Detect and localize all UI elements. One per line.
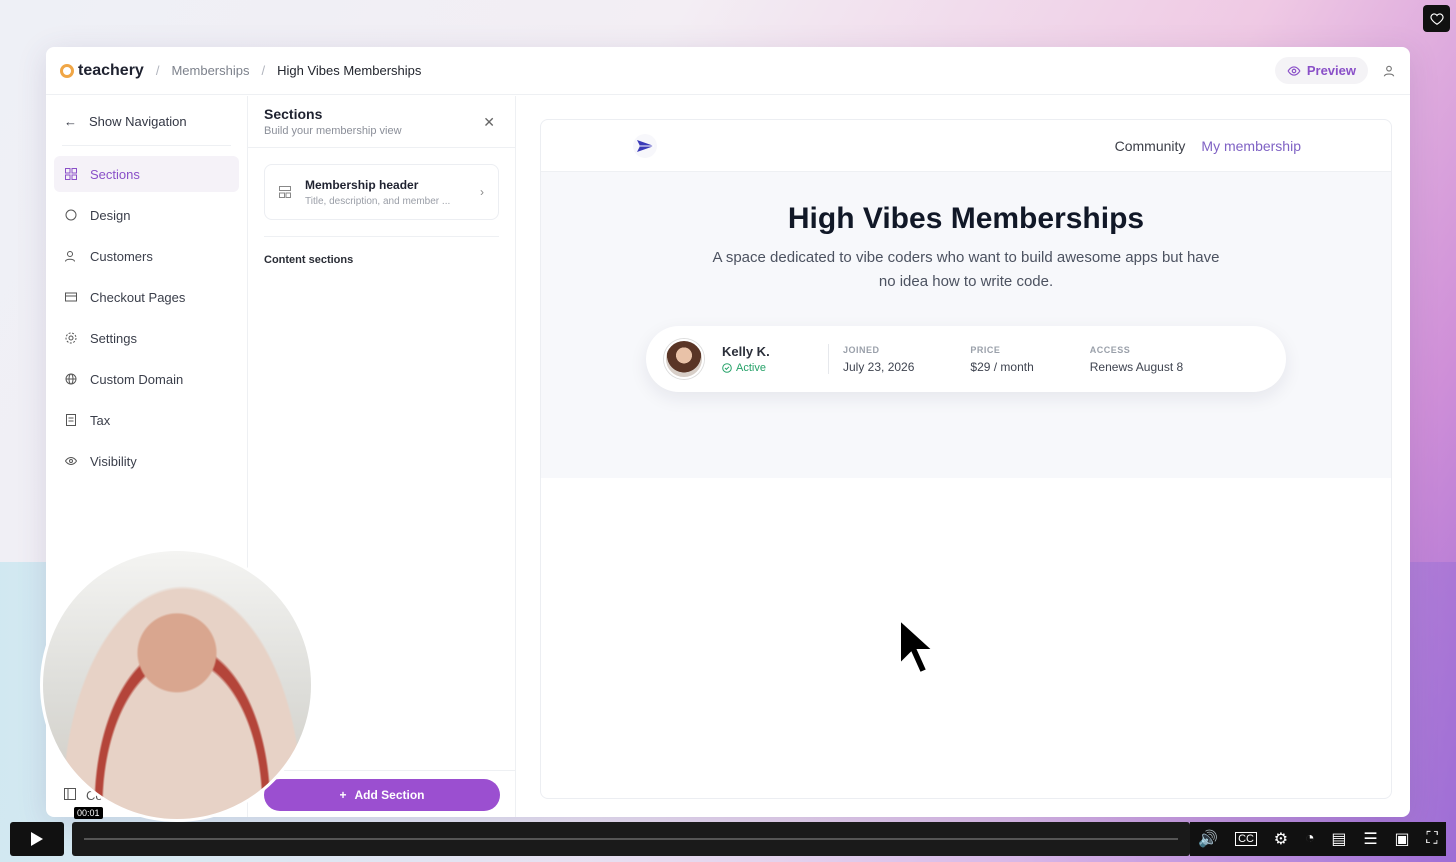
- sections-header: Sections Build your membership view ✕: [248, 96, 515, 148]
- stat-value: July 23, 2026: [843, 359, 915, 374]
- heart-icon: [1429, 12, 1444, 25]
- card-title: Membership header: [305, 177, 419, 192]
- membership-preview: Community My membership High Vibes Membe…: [540, 119, 1392, 799]
- breadcrumb-separator: /: [261, 63, 266, 78]
- sidebar-collapse-icon: [64, 788, 76, 803]
- access-stat: ACCESS Renews August 8: [1090, 345, 1183, 374]
- membership-header: High Vibes Memberships A space dedicated…: [541, 172, 1391, 478]
- stat-label: JOINED: [843, 344, 880, 355]
- transcript-icon[interactable]: ▤: [1331, 829, 1346, 849]
- palette-icon: [64, 208, 78, 222]
- nav-link-my-membership[interactable]: My membership: [1201, 138, 1301, 154]
- sections-subtitle: Build your membership view: [264, 125, 402, 137]
- sidebar-item-label: Checkout Pages: [90, 289, 186, 305]
- sidebar-item-label: Custom Domain: [90, 371, 184, 387]
- time-display: 00:01: [74, 807, 103, 819]
- show-navigation-button[interactable]: ← Show Navigation: [54, 106, 239, 137]
- brand-name: teachery: [78, 61, 144, 79]
- close-icon[interactable]: ✕: [483, 114, 495, 131]
- divider: [248, 770, 515, 771]
- sections-title: Sections: [264, 106, 323, 122]
- divider: [62, 145, 231, 146]
- stat-label: ACCESS: [1089, 344, 1131, 355]
- preview-label: Preview: [1306, 63, 1356, 78]
- breadcrumb-current: High Vibes Memberships: [277, 63, 422, 78]
- sidebar-item-label: Design: [90, 207, 131, 223]
- content-sections-label: Content sections: [264, 254, 354, 266]
- captions-icon[interactable]: CC: [1235, 832, 1257, 846]
- progress-track[interactable]: [84, 838, 1178, 840]
- sidebar-item-label: Sections: [90, 166, 140, 182]
- player-controls: 🔊 CC ⚙ ◔ ▤ ☰ ▣ ⛶: [1190, 822, 1446, 856]
- joined-stat: JOINED July 23, 2026: [843, 345, 914, 374]
- volume-icon[interactable]: 🔊: [1198, 829, 1218, 849]
- favorite-button[interactable]: [1423, 5, 1450, 32]
- receipt-icon: [64, 413, 78, 427]
- preview-button[interactable]: Preview: [1274, 57, 1368, 84]
- eye-icon: [1287, 65, 1301, 76]
- member-name: Kelly K.: [722, 344, 770, 359]
- check-circle-icon: [722, 363, 732, 373]
- play-icon: [31, 832, 43, 846]
- add-section-button[interactable]: + Add Section: [264, 779, 500, 811]
- progress-bar[interactable]: 00:01: [72, 807, 1190, 856]
- show-navigation-label: Show Navigation: [89, 114, 187, 129]
- grid-icon: [64, 167, 78, 181]
- divider: [828, 344, 829, 374]
- plus-icon: +: [339, 788, 347, 802]
- price-stat: PRICE $29 / month: [970, 345, 1033, 374]
- stat-value: Renews August 8: [1089, 359, 1184, 374]
- sidebar-item-custom-domain[interactable]: Custom Domain: [54, 361, 239, 397]
- card-subtitle: Title, description, and member ...: [305, 195, 451, 207]
- membership-header-card[interactable]: Membership header Title, description, an…: [264, 164, 499, 220]
- sidebar-item-label: Tax: [90, 412, 111, 428]
- sidebar-item-visibility[interactable]: Visibility: [54, 443, 239, 479]
- users-icon: [64, 249, 78, 263]
- credit-card-icon: [64, 290, 78, 304]
- video-player-controls: 00:01 🔊 CC ⚙ ◔ ▤ ☰ ▣ ⛶: [0, 807, 1456, 862]
- speed-icon[interactable]: ◔: [1305, 830, 1315, 848]
- stat-label: PRICE: [970, 344, 1001, 355]
- sidebar-item-settings[interactable]: Settings: [54, 320, 239, 356]
- sidebar-item-label: Settings: [90, 330, 137, 346]
- chevron-right-icon: ›: [480, 185, 484, 199]
- webcam-overlay: [40, 548, 314, 822]
- sidebar-item-design[interactable]: Design: [54, 197, 239, 233]
- settings-icon[interactable]: ⚙: [1274, 829, 1288, 849]
- fullscreen-icon[interactable]: ⛶: [1426, 830, 1437, 848]
- breadcrumb-separator: /: [155, 63, 160, 78]
- sun-icon: [60, 63, 74, 78]
- paper-plane-icon[interactable]: [631, 132, 659, 160]
- sidebar-item-label: Visibility: [90, 453, 137, 469]
- membership-title: High Vibes Memberships: [787, 202, 1145, 235]
- site-nav: Community My membership: [541, 120, 1391, 172]
- gear-icon: [64, 331, 78, 345]
- breadcrumb-memberships[interactable]: Memberships: [171, 63, 249, 78]
- nav-link-community[interactable]: Community: [1115, 138, 1186, 154]
- play-button[interactable]: [10, 822, 64, 856]
- membership-description: A space dedicated to vibe coders who wan…: [712, 249, 1220, 290]
- sidebar-item-tax[interactable]: Tax: [54, 402, 239, 438]
- globe-icon: [64, 372, 78, 386]
- sidebar-item-checkout-pages[interactable]: Checkout Pages: [54, 279, 239, 315]
- chapters-icon[interactable]: ☰: [1363, 829, 1377, 849]
- stat-value: $29 / month: [970, 359, 1034, 374]
- eye-icon: [64, 454, 78, 468]
- avatar: [664, 339, 704, 379]
- status-badge: Active: [722, 362, 822, 374]
- sidebar-item-customers[interactable]: Customers: [54, 238, 239, 274]
- picture-in-picture-icon[interactable]: ▣: [1394, 829, 1409, 849]
- brand-logo[interactable]: teachery: [60, 62, 144, 80]
- sidebar-item-sections[interactable]: Sections: [54, 156, 239, 192]
- member-card: Kelly K. Active JOINED July 23, 2026 PRI…: [646, 326, 1286, 392]
- arrow-left-icon: ←: [64, 114, 77, 129]
- mouse-cursor-icon: [899, 618, 934, 675]
- topbar: teachery / Memberships / High Vibes Memb…: [46, 47, 1410, 95]
- user-icon[interactable]: [1382, 64, 1396, 78]
- sidebar-item-label: Customers: [90, 248, 153, 264]
- layout-icon: [279, 186, 291, 198]
- status-label: Active: [736, 362, 766, 374]
- add-section-label: Add Section: [354, 788, 425, 802]
